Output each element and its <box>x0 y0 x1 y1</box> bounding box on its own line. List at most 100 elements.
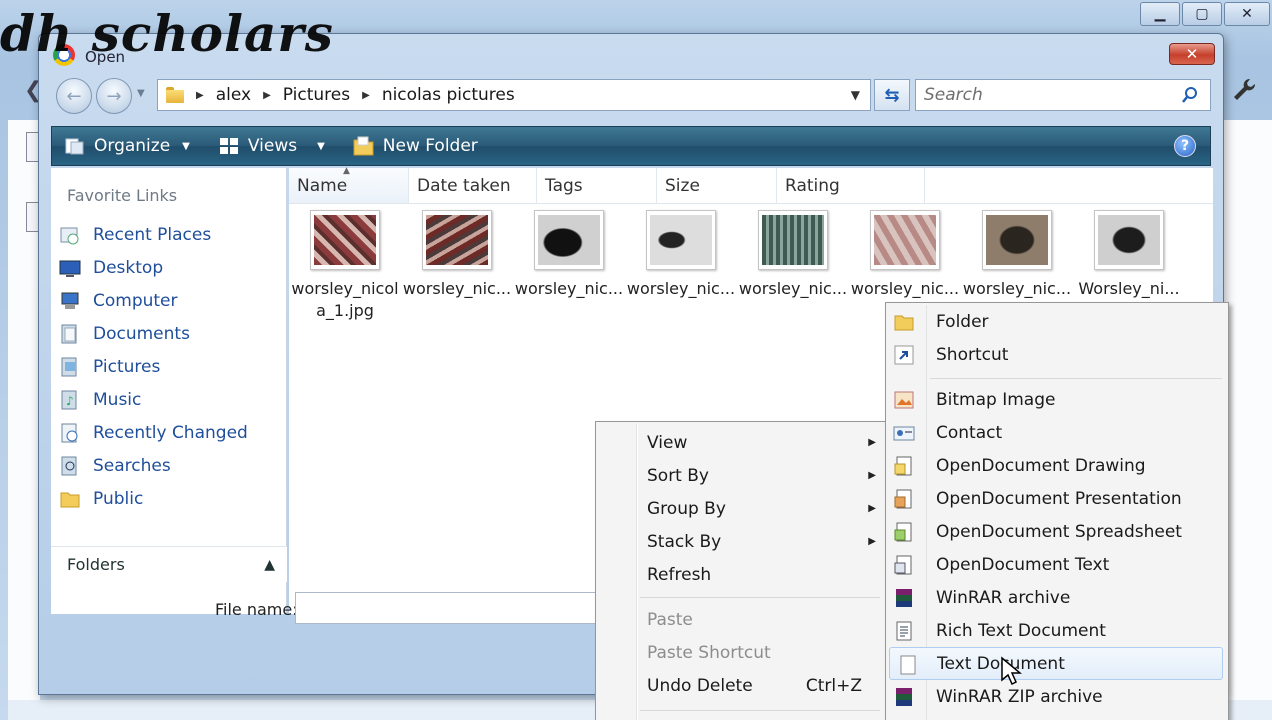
odf-text-icon <box>894 555 912 575</box>
sidebar-item-pictures[interactable]: Pictures <box>59 350 248 383</box>
breadcrumb-nicolas-pictures[interactable]: nicolas pictures <box>382 85 515 105</box>
new-item-folder[interactable]: Folder <box>886 305 1226 338</box>
new-folder-button[interactable]: New Folder <box>353 136 478 156</box>
sidebar-item-desktop[interactable]: Desktop <box>59 251 248 284</box>
dialog-close-button[interactable]: ✕ <box>1169 43 1215 65</box>
new-item-odf-spreadsheet[interactable]: OpenDocument Spreadsheet <box>886 515 1226 548</box>
documents-icon <box>61 324 77 343</box>
menu-item-shortcut: Ctrl+Z <box>805 675 862 696</box>
menu-item-label: Paste Shortcut <box>647 642 771 663</box>
new-folder-icon <box>353 136 374 156</box>
folder-icon <box>166 87 184 103</box>
column-header-label: Name <box>297 175 348 196</box>
menu-separator <box>640 710 880 711</box>
address-dropdown-icon[interactable]: ▼ <box>851 88 860 102</box>
wrench-icon[interactable] <box>1230 76 1258 104</box>
sidebar-item-documents[interactable]: Documents <box>59 317 248 350</box>
views-dropdown-icon[interactable]: ▼ <box>317 141 325 152</box>
new-item-contact[interactable]: Contact <box>886 416 1226 449</box>
file-name: worsley_nic... <box>514 279 624 298</box>
recent-places-icon <box>60 227 79 244</box>
minimize-button[interactable]: ▁ <box>1140 2 1180 26</box>
breadcrumb-alex[interactable]: alex <box>216 85 251 105</box>
file-item[interactable]: worsley_nic... <box>737 210 849 322</box>
views-button[interactable]: Views ▼ <box>218 136 325 156</box>
watermark-text: dh scholars <box>0 4 334 63</box>
menu-item-label: OpenDocument Text <box>936 554 1110 575</box>
odf-drawing-icon <box>894 456 912 476</box>
sidebar-item-recently-changed[interactable]: Recently Changed <box>59 416 248 449</box>
menu-item-label: OpenDocument Spreadsheet <box>936 521 1182 542</box>
organize-button[interactable]: Organize ▼ <box>64 136 190 156</box>
views-icon <box>219 138 238 154</box>
file-item[interactable]: worsley_nicola_1.jpg <box>289 210 401 322</box>
recent-pages-dropdown[interactable]: ▼ <box>137 88 145 99</box>
new-item-winrar-archive[interactable]: WinRAR archive <box>886 581 1226 614</box>
menu-item-undo-delete[interactable]: Undo Delete Ctrl+Z <box>596 669 886 702</box>
back-button[interactable]: ← <box>56 78 92 114</box>
sidebar-item-music[interactable]: ♪ Music <box>59 383 248 416</box>
maximize-button[interactable]: ▢ <box>1182 2 1222 26</box>
menu-item-sort-by[interactable]: Sort By ▶ <box>596 459 886 492</box>
sidebar-item-label: Searches <box>93 455 171 476</box>
menu-item-stack-by[interactable]: Stack By ▶ <box>596 525 886 558</box>
sidebar-item-label: Public <box>93 488 144 509</box>
sidebar-item-computer[interactable]: Computer <box>59 284 248 317</box>
odf-spreadsheet-icon <box>894 522 912 542</box>
forward-button[interactable]: → <box>96 78 132 114</box>
refresh-button[interactable]: ⇆ <box>874 79 910 111</box>
new-item-odf-text[interactable]: OpenDocument Text <box>886 548 1226 581</box>
file-name-input[interactable] <box>295 592 605 624</box>
address-bar[interactable]: ▶ alex ▶ Pictures ▶ nicolas pictures ▼ <box>157 79 871 111</box>
menu-item-refresh[interactable]: Refresh <box>596 558 886 591</box>
new-item-odf-presentation[interactable]: OpenDocument Presentation <box>886 482 1226 515</box>
new-item-shortcut[interactable]: Shortcut <box>886 338 1226 371</box>
folders-toggle[interactable]: Folders ▲ <box>51 546 287 582</box>
menu-item-paste: Paste <box>596 603 886 636</box>
breadcrumb-separator-icon[interactable]: ▶ <box>362 90 370 101</box>
file-item[interactable]: worsley_nic... <box>513 210 625 322</box>
menu-item-paste-shortcut: Paste Shortcut <box>596 636 886 669</box>
favorite-links-list: Recent Places Desktop Computer Documents… <box>59 218 248 515</box>
background-window-controls: ▁ ▢ ✕ <box>1140 2 1270 26</box>
breadcrumb-separator-icon[interactable]: ▶ <box>196 90 204 101</box>
help-button[interactable]: ? <box>1174 135 1196 157</box>
menu-item-label: Paste <box>647 609 693 630</box>
menu-item-label: Undo Delete <box>647 675 753 696</box>
sidebar-item-public[interactable]: Public <box>59 482 248 515</box>
desktop-icon <box>59 260 81 277</box>
sidebar-item-searches[interactable]: Searches <box>59 449 248 482</box>
menu-item-label: Refresh <box>647 564 712 585</box>
sidebar-item-label: Pictures <box>93 356 161 377</box>
sidebar-item-recent-places[interactable]: Recent Places <box>59 218 248 251</box>
menu-item-view[interactable]: View ▶ <box>596 426 886 459</box>
search-input[interactable]: Search <box>915 79 1211 111</box>
contact-icon <box>893 426 915 441</box>
mouse-cursor-icon <box>1001 656 1022 686</box>
column-header-tags[interactable]: Tags <box>537 168 657 203</box>
new-item-rich-text-document[interactable]: Rich Text Document <box>886 614 1226 647</box>
column-header-name[interactable]: Name ▲ <box>289 166 409 203</box>
file-item[interactable]: worsley_nic... <box>401 210 513 322</box>
favorite-links-header: Favorite Links <box>67 186 178 205</box>
breadcrumb-pictures[interactable]: Pictures <box>283 85 350 105</box>
breadcrumb-separator-icon[interactable]: ▶ <box>263 90 271 101</box>
column-header-size[interactable]: Size <box>657 168 777 203</box>
menu-item-label: Shortcut <box>936 344 1009 365</box>
new-item-bitmap-image[interactable]: Bitmap Image <box>886 383 1226 416</box>
new-item-text-document[interactable]: Text Document <box>889 647 1223 680</box>
file-name: worsley_nic... <box>850 279 960 298</box>
odf-presentation-icon <box>894 489 912 509</box>
file-name-label: File name: <box>215 600 298 619</box>
context-menu: View ▶ Sort By ▶ Group By ▶ Stack By ▶ R… <box>595 421 887 720</box>
column-header-date-taken[interactable]: Date taken <box>409 168 537 203</box>
new-item-winrar-zip-archive[interactable]: WinRAR ZIP archive <box>886 680 1226 713</box>
menu-separator <box>640 597 880 598</box>
column-header-rating[interactable]: Rating <box>777 168 925 203</box>
menu-item-group-by[interactable]: Group By ▶ <box>596 492 886 525</box>
new-item-odf-drawing[interactable]: OpenDocument Drawing <box>886 449 1226 482</box>
file-item[interactable]: worsley_nic... <box>625 210 737 322</box>
search-icon[interactable] <box>1181 86 1199 104</box>
window-close-button[interactable]: ✕ <box>1224 2 1270 26</box>
menu-item-label: View <box>647 432 688 453</box>
